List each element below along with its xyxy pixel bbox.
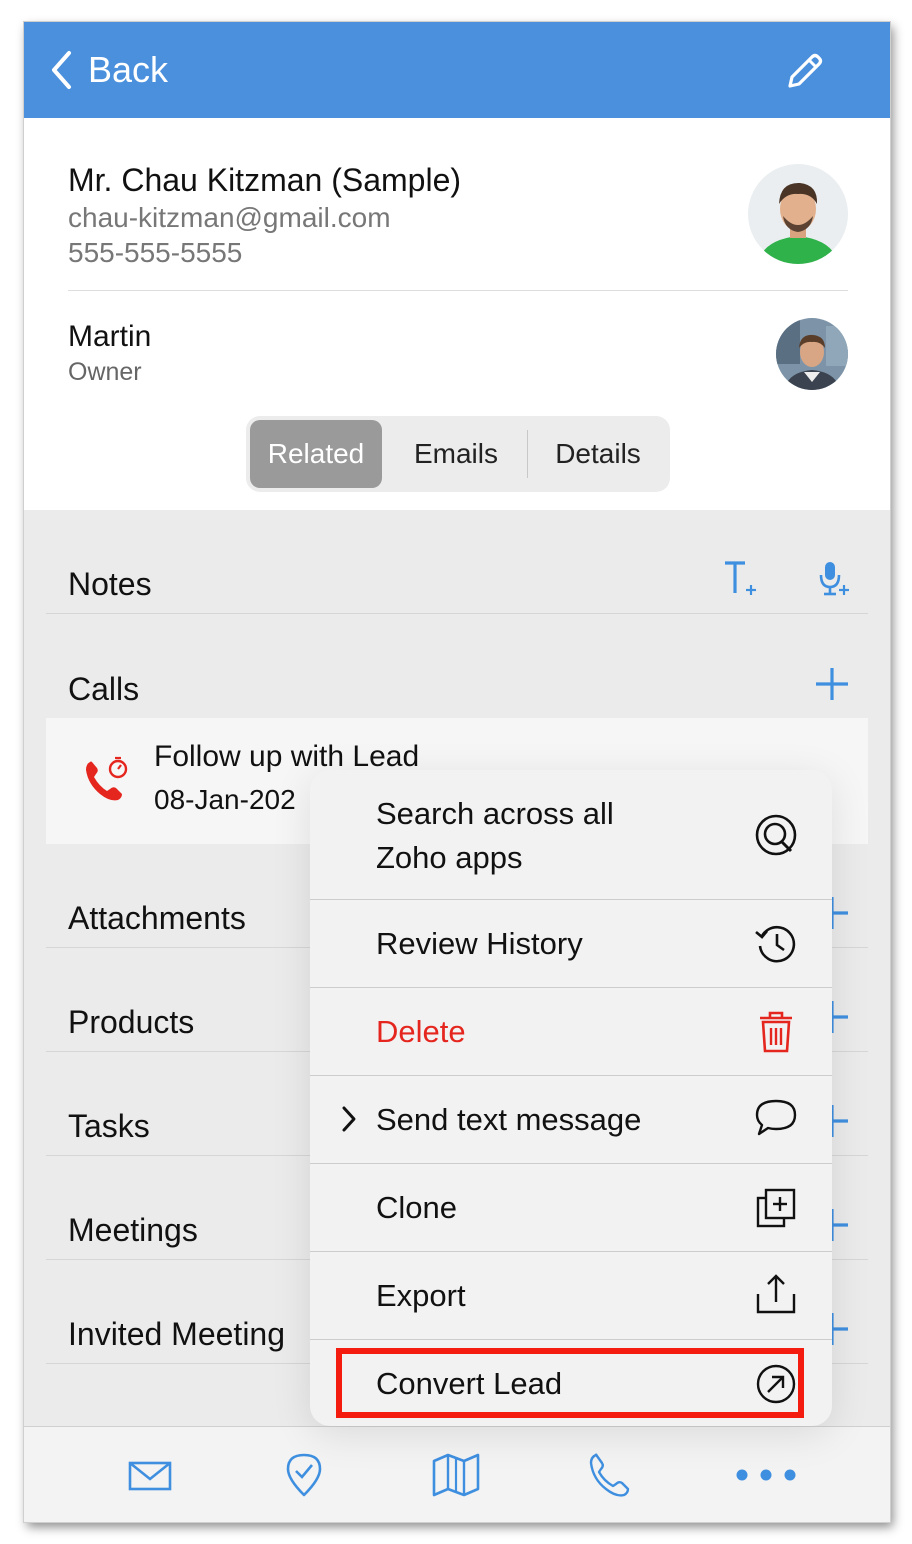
convert-lead-highlight <box>336 1348 804 1418</box>
scheduled-call-icon <box>86 756 128 801</box>
chevron-right-icon <box>342 1106 356 1132</box>
owner-avatar <box>776 318 848 390</box>
add-voice-note-icon[interactable] <box>816 559 850 599</box>
map-icon[interactable] <box>432 1451 480 1499</box>
lead-email[interactable]: chau-kitzman@gmail.com <box>68 202 391 234</box>
menu-item-clone[interactable]: Clone <box>310 1164 832 1252</box>
pencil-icon[interactable] <box>782 50 826 94</box>
section-title: Meetings <box>68 1212 198 1248</box>
profile-divider <box>68 290 848 291</box>
chat-bubble-icon <box>755 1099 797 1136</box>
menu-label: Clone <box>376 1190 457 1225</box>
share-upload-icon <box>756 1274 796 1314</box>
back-button[interactable]: Back <box>50 48 168 92</box>
chevron-left-icon <box>52 51 71 89</box>
section-title: Notes <box>68 566 152 602</box>
menu-item-search-zoho[interactable]: Search across all Zoho apps <box>310 770 832 900</box>
menu-item-review-history[interactable]: Review History <box>310 900 832 988</box>
top-bar: Back <box>24 22 890 118</box>
menu-item-send-text-message[interactable]: Send text message <box>310 1076 832 1164</box>
mail-icon[interactable] <box>126 1451 174 1499</box>
section-title: Invited Meeting <box>68 1316 286 1352</box>
clone-icon <box>756 1188 796 1228</box>
owner-role: Owner <box>68 358 142 386</box>
trash-icon <box>760 1011 792 1053</box>
add-text-note-icon[interactable] <box>722 559 758 599</box>
segmented-control: Related Emails Details <box>246 416 670 492</box>
section-title: Tasks <box>68 1108 150 1144</box>
menu-item-export[interactable]: Export <box>310 1252 832 1340</box>
owner-name: Martin <box>68 320 152 353</box>
section-title: Calls <box>68 671 140 707</box>
context-menu: Search across all Zoho apps Review Histo… <box>310 770 832 1426</box>
history-icon <box>755 925 796 963</box>
bottom-toolbar <box>24 1426 890 1522</box>
section-title: Products <box>68 1004 195 1040</box>
checkin-icon[interactable] <box>280 1451 328 1499</box>
menu-label: Zoho apps <box>376 840 523 875</box>
section-title: Attachments <box>68 900 246 936</box>
tab-related[interactable]: Related <box>250 420 382 488</box>
back-label: Back <box>88 49 169 90</box>
menu-label: Delete <box>376 1014 466 1049</box>
calls-section: Calls <box>46 614 868 718</box>
lead-phone[interactable]: 555-555-5555 <box>68 237 242 269</box>
call-date: 08-Jan-202 <box>154 784 296 815</box>
menu-label: Search across all <box>376 796 614 831</box>
notes-section: Notes <box>46 510 868 614</box>
menu-label: Export <box>376 1278 466 1313</box>
call-title: Follow up with Lead <box>154 740 420 773</box>
menu-label: Review History <box>376 926 583 961</box>
app-screen: Back Mr. Chau Kitzman (Sample) chau-kitz… <box>24 22 890 1522</box>
lead-name: Mr. Chau Kitzman (Sample) <box>68 162 462 198</box>
zoho-search-icon <box>755 814 797 856</box>
phone-icon[interactable] <box>586 1451 634 1499</box>
menu-label: Send text message <box>376 1102 642 1137</box>
tab-details[interactable]: Details <box>528 420 668 488</box>
profile-card: Mr. Chau Kitzman (Sample) chau-kitzman@g… <box>24 118 890 510</box>
add-call-icon[interactable] <box>814 666 850 702</box>
menu-item-delete[interactable]: Delete <box>310 988 832 1076</box>
lead-avatar <box>748 164 848 264</box>
more-icon[interactable] <box>734 1451 798 1499</box>
tab-emails[interactable]: Emails <box>386 420 526 488</box>
